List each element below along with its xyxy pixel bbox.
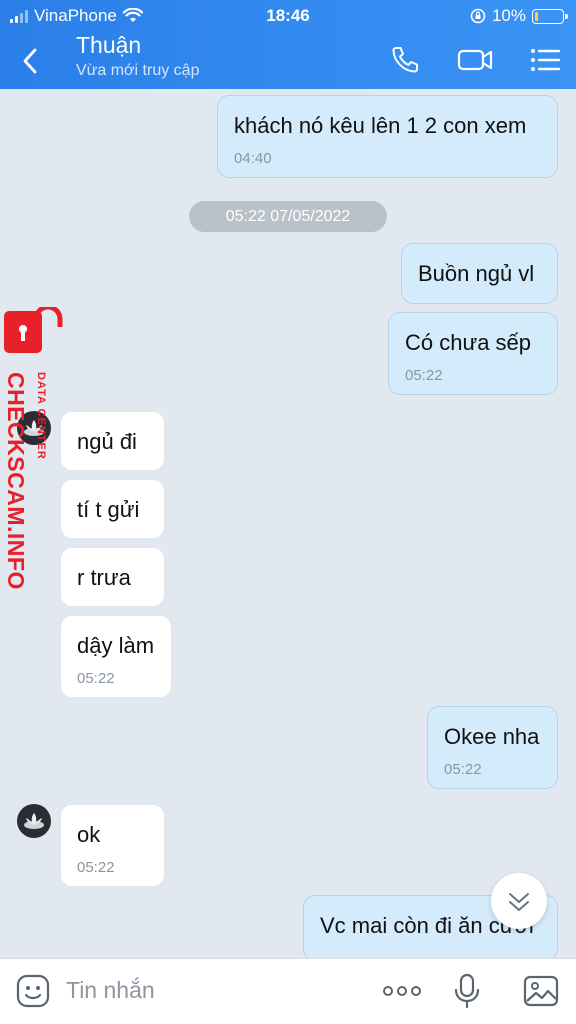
watermark-text: CHECKSCAM.INFO: [3, 372, 29, 590]
lotus-avatar-icon: [24, 813, 44, 829]
message-bubble-outgoing[interactable]: Buồn ngủ vl: [401, 243, 558, 304]
chat-header: VinaPhone 18:46 10% Thuận Vừa mới truy c…: [0, 0, 576, 89]
message-bubble-outgoing[interactable]: Okee nha 05:22: [427, 706, 558, 789]
image-icon[interactable]: [523, 973, 559, 1009]
message-text: dậy làm: [77, 633, 155, 658]
message-bubble-incoming[interactable]: ok 05:22: [60, 804, 165, 887]
battery-percent: 10%: [491, 6, 526, 25]
message-text: Okee nha: [444, 724, 540, 749]
status-right: 10%: [470, 6, 568, 26]
message-bubble-incoming[interactable]: dậy làm 05:22: [60, 615, 172, 698]
message-bubble-outgoing[interactable]: khách nó kêu lên 1 2 con xem 04:40: [217, 95, 558, 178]
message-text: ok: [77, 822, 101, 847]
contact-info[interactable]: Thuận Vừa mới truy cập: [76, 32, 199, 80]
message-bubble-incoming[interactable]: ngủ đi: [60, 411, 165, 471]
message-text: Buồn ngủ vl: [418, 261, 535, 286]
message-list[interactable]: khách nó kêu lên 1 2 con xem 04:40 05:22…: [0, 89, 576, 958]
padlock-logo-icon: [4, 307, 63, 353]
watermark: CHECKSCAM.INFO DATA CENTER: [0, 307, 70, 607]
message-text: ngủ đi: [77, 429, 137, 454]
message-text: r trưa: [77, 565, 131, 590]
watermark-subtext: DATA CENTER: [35, 372, 47, 460]
contact-name: Thuận: [76, 32, 142, 58]
message-time: 05:22: [77, 859, 115, 876]
phone-icon[interactable]: [387, 42, 423, 78]
message-input[interactable]: [66, 977, 346, 1004]
message-text: tí t gửi: [77, 497, 140, 522]
message-text: Có chưa sếp: [405, 330, 532, 355]
message-input-bar: [0, 958, 576, 1024]
scroll-to-bottom-button[interactable]: [491, 873, 547, 929]
message-time: 04:40: [234, 150, 272, 167]
message-time: 05:22: [444, 761, 482, 778]
status-bar: VinaPhone 18:46 10%: [0, 6, 576, 26]
sticker-icon[interactable]: [15, 973, 51, 1009]
message-bubble-incoming[interactable]: r trưa: [60, 547, 165, 607]
menu-icon[interactable]: [527, 42, 563, 78]
message-text: khách nó kêu lên 1 2 con xem: [234, 113, 527, 138]
message-time: 05:22: [405, 367, 443, 384]
date-separator: 05:22 07/05/2022: [189, 201, 387, 232]
message-bubble-outgoing[interactable]: Có chưa sếp 05:22: [388, 312, 558, 395]
message-bubble-incoming[interactable]: tí t gửi: [60, 479, 165, 539]
contact-avatar[interactable]: [17, 804, 51, 838]
video-call-icon[interactable]: [457, 42, 493, 78]
battery-icon: [532, 8, 568, 24]
orientation-lock-icon: [470, 8, 486, 24]
more-options-icon[interactable]: [382, 973, 422, 1009]
contact-status: Vừa mới truy cập: [76, 62, 200, 79]
back-icon[interactable]: [14, 44, 48, 78]
message-time: 05:22: [77, 670, 115, 687]
microphone-icon[interactable]: [449, 973, 485, 1009]
double-chevron-down-icon: [509, 893, 529, 911]
